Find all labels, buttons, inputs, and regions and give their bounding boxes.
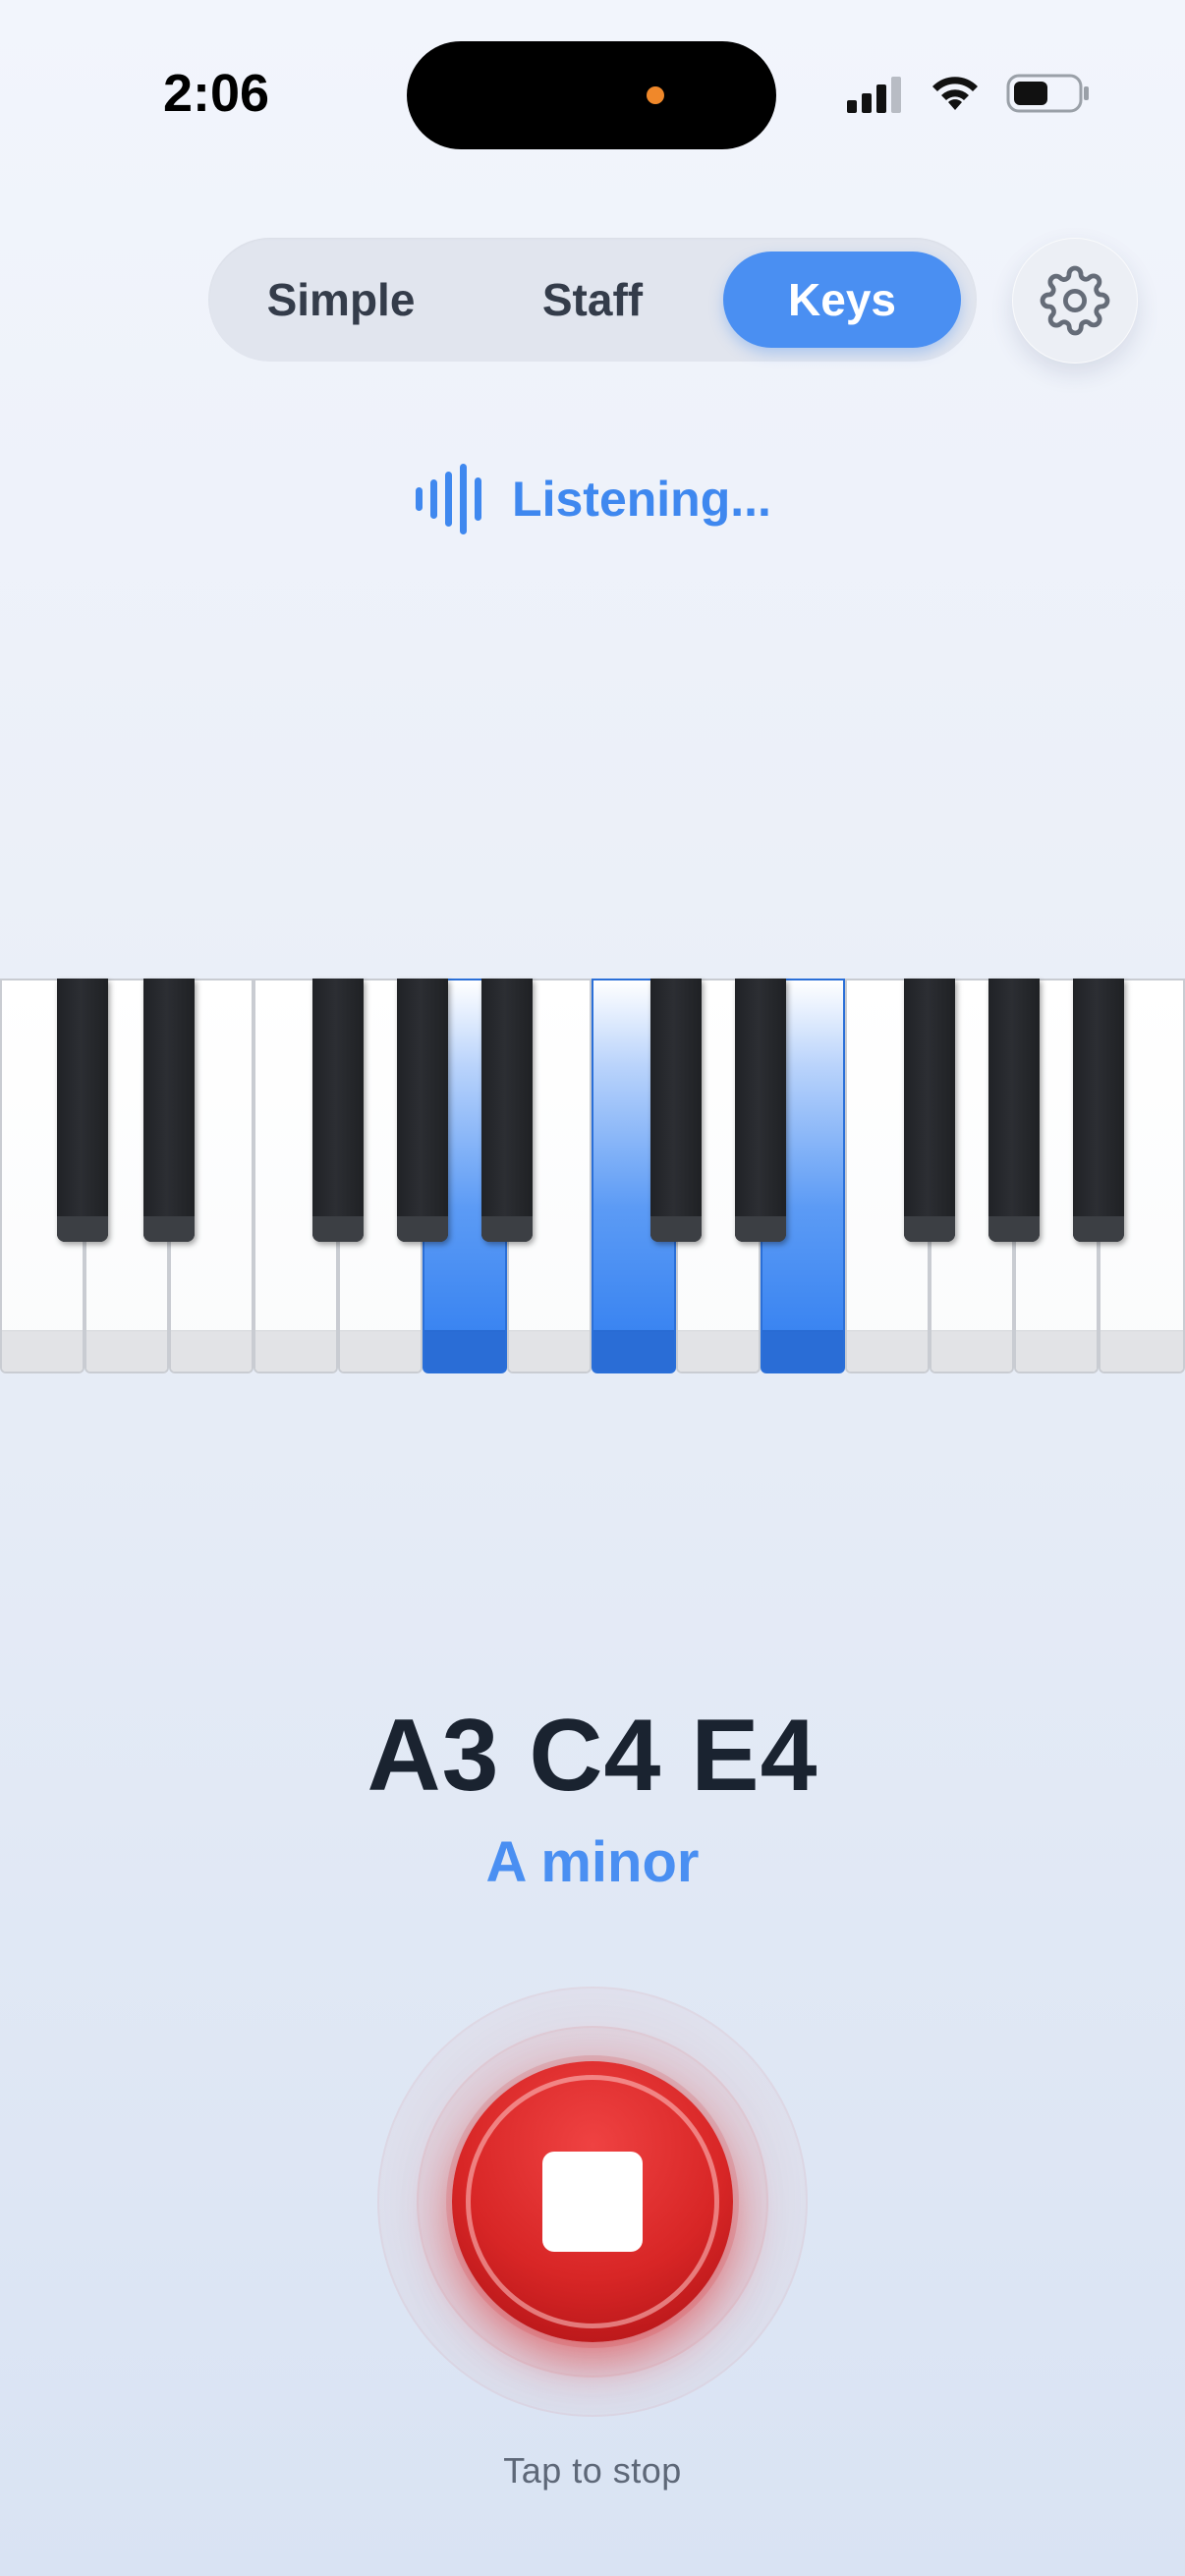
tap-to-stop-label: Tap to stop [503,2450,682,2491]
black-key-fs4[interactable] [904,979,955,1242]
sound-wave-icon [416,464,482,534]
black-key-fs3[interactable] [312,979,364,1242]
listening-indicator: Listening... [0,460,1185,538]
dynamic-island [407,41,776,149]
battery-icon [1006,74,1089,113]
stop-recording-button[interactable] [452,2061,733,2342]
detected-notes: A3 C4 E4 [367,1699,818,1813]
black-key-ds3[interactable] [143,979,195,1242]
status-bar: 2:06 [0,0,1185,196]
black-key-gs3[interactable] [397,979,448,1242]
wifi-icon [932,77,978,110]
status-icons [792,69,1185,118]
stop-icon [542,2152,643,2252]
status-time: 2:06 [163,64,270,123]
black-key-ds4[interactable] [735,979,786,1242]
settings-button[interactable] [1012,238,1138,364]
detected-chord: A minor [485,1830,700,1894]
listening-label: Listening... [512,472,771,527]
black-key-cs4[interactable] [650,979,702,1242]
piano-keyboard [0,979,1185,1373]
black-key-cs3[interactable] [57,979,108,1242]
black-key-gs4[interactable] [988,979,1040,1242]
gear-icon [1040,265,1110,336]
tab-keys[interactable]: Keys [723,252,961,348]
black-key-as4[interactable] [1073,979,1124,1242]
signal-icon [847,77,901,113]
tab-simple[interactable]: Simple [222,252,460,348]
black-key-as3[interactable] [481,979,533,1242]
privacy-indicator-dot [647,86,664,104]
tab-staff[interactable]: Staff [474,252,711,348]
mode-selector: Simple Staff Keys [208,238,977,362]
